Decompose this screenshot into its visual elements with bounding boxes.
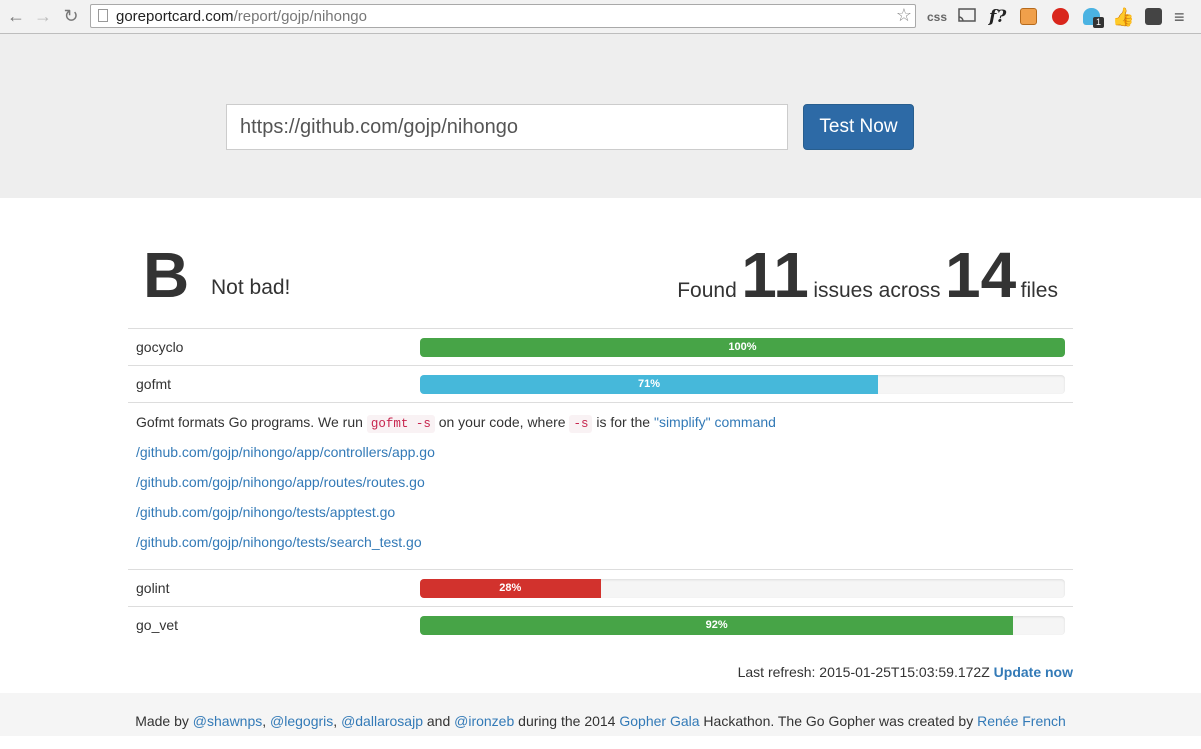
forward-icon[interactable]: →: [33, 6, 53, 26]
check-row-gocyclo[interactable]: gocyclo 100%: [128, 328, 1073, 365]
renee-french-link[interactable]: Renée French: [977, 713, 1066, 729]
progress-fill: 92%: [420, 616, 1014, 635]
check-name: gofmt: [136, 376, 172, 392]
check-name: golint: [136, 580, 170, 596]
progress-bar: 100%: [420, 338, 1065, 357]
issues-label: issues across: [813, 279, 941, 302]
author-link[interactable]: @ironzeb: [454, 713, 514, 729]
last-refresh-label: Last refresh: 2015-01-25T15:03:59.172Z: [737, 664, 990, 680]
progress-bar: 71%: [420, 375, 1065, 394]
footer: Made by @shawnps, @legogris, @dallarosaj…: [0, 693, 1201, 736]
simplify-command-link[interactable]: "simplify" command: [654, 414, 776, 430]
file-link[interactable]: /github.com/gojp/nihongo/tests/search_te…: [136, 527, 1065, 557]
author-link[interactable]: @shawnps: [193, 713, 262, 729]
progress-fill: 100%: [420, 338, 1065, 357]
gopher-gala-link[interactable]: Gopher Gala: [619, 713, 699, 729]
update-now-link[interactable]: Update now: [994, 664, 1073, 680]
bookmark-star-icon[interactable]: ☆: [896, 5, 912, 26]
stop-extension-icon[interactable]: [1052, 8, 1069, 25]
code-snippet: -s: [569, 415, 593, 433]
check-name: go_vet: [136, 617, 179, 633]
files-label: files: [1020, 279, 1058, 302]
issues-count: 11: [741, 239, 809, 311]
cast-icon[interactable]: [957, 7, 977, 27]
page-icon: [98, 9, 108, 22]
file-link[interactable]: /github.com/gojp/nihongo/app/routes/rout…: [136, 467, 1065, 497]
found-label: Found: [677, 279, 737, 302]
font-extension-icon[interactable]: f?: [989, 7, 1006, 27]
url-text[interactable]: goreportcard.com/report/gojp/nihongo: [116, 8, 367, 25]
address-bar[interactable]: goreportcard.com/report/gojp/nihongo ☆: [90, 4, 916, 28]
author-link[interactable]: @dallarosajp: [341, 713, 423, 729]
progress-fill: 71%: [420, 375, 878, 394]
search-section: Test Now: [0, 34, 1201, 198]
repo-url-input[interactable]: [226, 104, 788, 150]
check-name: gocyclo: [136, 339, 184, 355]
file-link[interactable]: /github.com/gojp/nihongo/app/controllers…: [136, 437, 1065, 467]
progress-fill: 28%: [420, 579, 601, 598]
reload-icon[interactable]: ↻: [61, 6, 81, 26]
back-icon[interactable]: ←: [6, 6, 26, 26]
results-table: gocyclo 100% gofmt 71% Gofmt formats Go …: [128, 328, 1073, 643]
check-row-go-vet[interactable]: go_vet 92%: [128, 606, 1073, 643]
test-now-button[interactable]: Test Now: [803, 104, 914, 150]
author-link[interactable]: @legogris: [270, 713, 333, 729]
menu-icon[interactable]: ≡: [1174, 7, 1185, 27]
thumbs-up-icon[interactable]: 👍: [1112, 7, 1134, 27]
browser-toolbar: ← → ↻ goreportcard.com/report/gojp/nihon…: [0, 0, 1201, 34]
code-snippet: gofmt -s: [366, 415, 435, 433]
grade-letter: B: [143, 239, 190, 311]
files-count: 14: [945, 239, 1017, 311]
face-extension-icon[interactable]: [1020, 8, 1037, 25]
refresh-info: Last refresh: 2015-01-25T15:03:59.172Z U…: [738, 664, 1073, 680]
grade-message: Not bad!: [211, 276, 291, 299]
issues-summary: Found 11 issues across 14 files: [677, 236, 1058, 332]
file-link[interactable]: /github.com/gojp/nihongo/tests/apptest.g…: [136, 497, 1065, 527]
gofmt-description: Gofmt formats Go programs. We run gofmt …: [136, 414, 776, 433]
check-row-gofmt[interactable]: gofmt 71%: [128, 365, 1073, 402]
extension-badge: 1: [1093, 17, 1104, 28]
gofmt-details: Gofmt formats Go programs. We run gofmt …: [128, 402, 1073, 569]
check-row-golint[interactable]: golint 28%: [128, 569, 1073, 606]
film-extension-icon[interactable]: [1145, 8, 1162, 25]
css-extension-icon[interactable]: css: [927, 7, 947, 27]
progress-bar: 92%: [420, 616, 1065, 635]
progress-bar: 28%: [420, 579, 1065, 598]
